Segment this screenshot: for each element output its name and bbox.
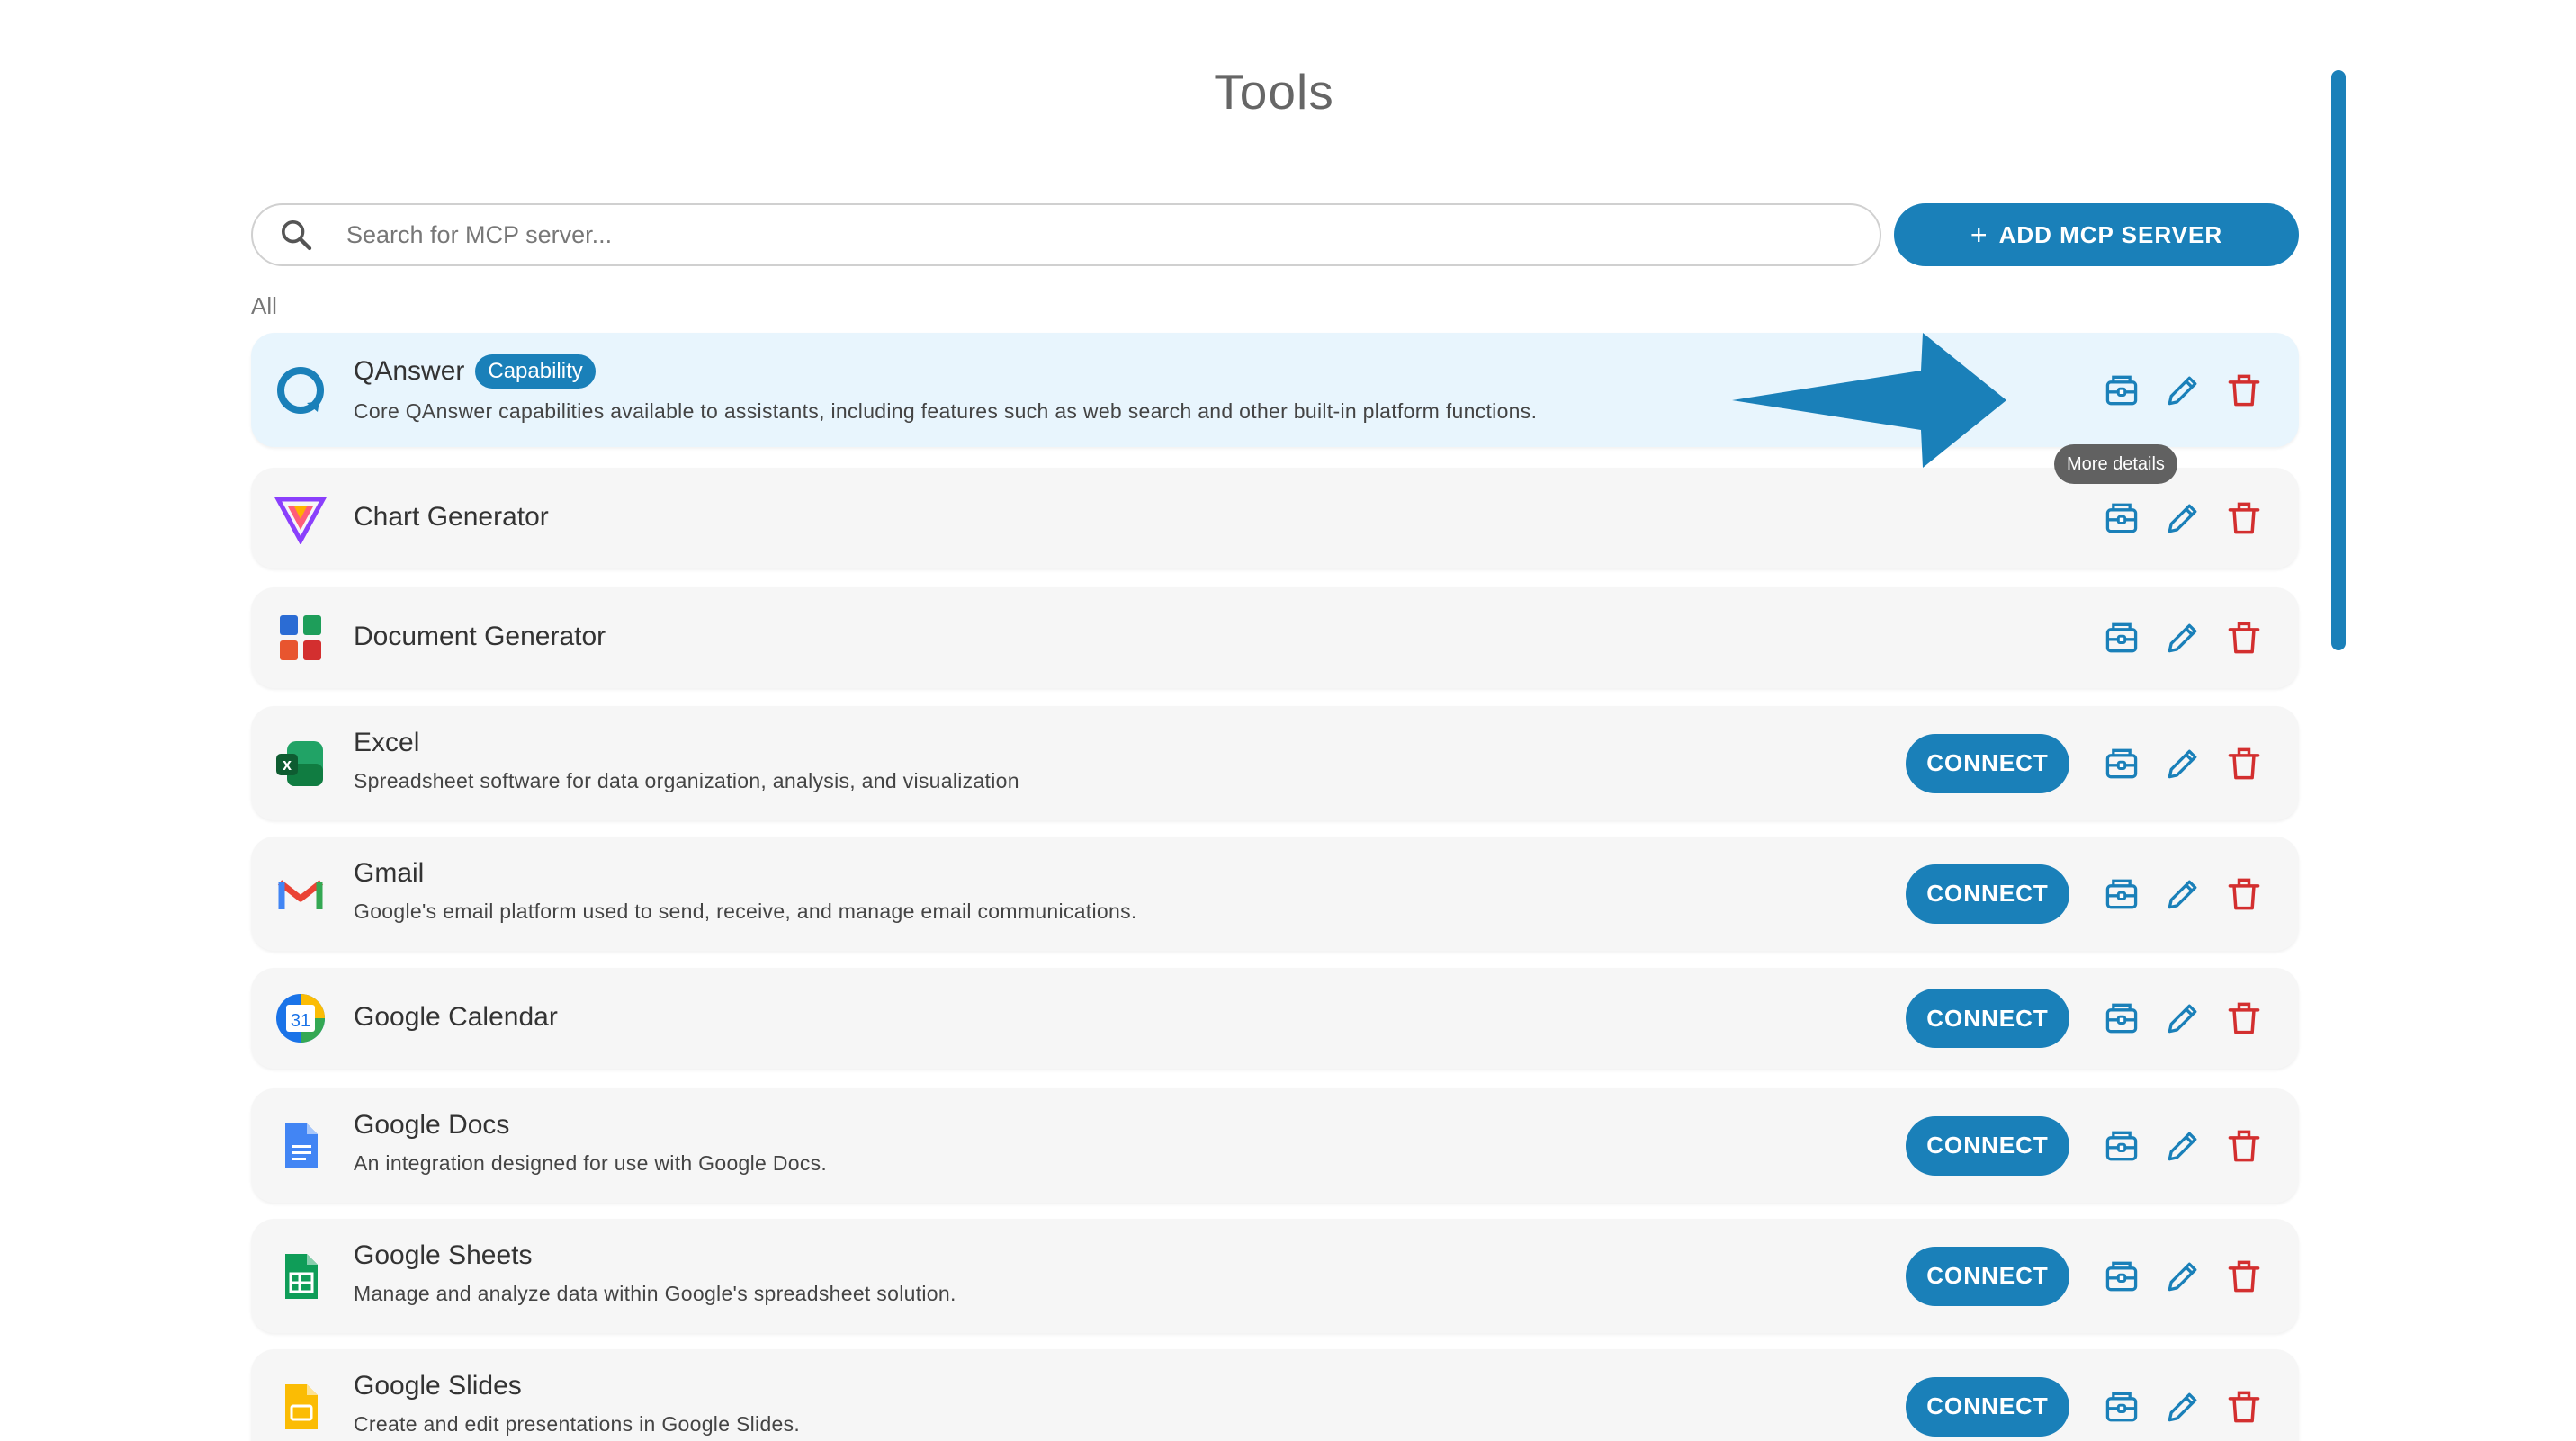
svg-text:31: 31 [291, 1011, 310, 1031]
tool-description: Core QAnswer capabilities available to a… [354, 398, 1538, 423]
tool-name: Google Slides [354, 1370, 522, 1401]
tool-name: Google Calendar [354, 1002, 558, 1032]
delete-icon[interactable] [2224, 498, 2264, 538]
tool-name: Google Docs [354, 1109, 510, 1140]
tool-text: Chart Generator [354, 502, 549, 533]
chart-generator-logo-icon [274, 492, 328, 546]
tool-name: QAnswer [354, 355, 465, 386]
tool-row[interactable]: x Excel Spreadsheet software for data orga… [251, 706, 2299, 820]
details-icon[interactable] [2102, 874, 2141, 914]
delete-icon[interactable] [2224, 618, 2264, 658]
edit-icon[interactable] [2163, 1257, 2203, 1296]
tool-name: Chart Generator [354, 502, 549, 532]
edit-icon[interactable] [2163, 498, 2203, 538]
tool-text: Google Calendar [354, 1002, 558, 1033]
connect-button-gmail[interactable]: CONNECT [1906, 864, 2069, 924]
connect-button-google-slides[interactable]: CONNECT [1906, 1376, 2069, 1437]
search-input[interactable] [346, 220, 1831, 249]
scrollbar-thumb[interactable] [2331, 70, 2346, 650]
connect-button-google-sheets[interactable]: CONNECT [1906, 1246, 2069, 1306]
delete-icon[interactable] [2224, 744, 2264, 783]
delete-icon[interactable] [2224, 874, 2264, 914]
add-mcp-server-button[interactable]: + ADD MCP SERVER [1894, 203, 2299, 266]
details-icon[interactable] [2102, 498, 2141, 538]
edit-icon[interactable] [2163, 874, 2203, 914]
tool-text: Google Slides Create and edit presentatio… [354, 1371, 800, 1437]
details-icon[interactable] [2102, 618, 2141, 658]
delete-icon[interactable] [2224, 1126, 2264, 1166]
details-icon[interactable] [2102, 371, 2141, 410]
tool-row[interactable]: Chart Generator [251, 468, 2299, 568]
edit-icon[interactable] [2163, 618, 2203, 658]
svg-text:x: x [283, 756, 292, 774]
tool-row[interactable]: Google Slides Create and edit presentatio… [251, 1349, 2299, 1441]
tool-text: Google Docs An integration designed for u… [354, 1110, 827, 1176]
tool-row[interactable]: Google Docs An integration designed for u… [251, 1088, 2299, 1203]
edit-icon[interactable] [2163, 998, 2203, 1038]
edit-icon[interactable] [2163, 1126, 2203, 1166]
edit-icon[interactable] [2163, 1387, 2203, 1427]
filter-all-label: All [251, 292, 277, 319]
delete-icon[interactable] [2224, 1257, 2264, 1296]
delete-icon[interactable] [2224, 1387, 2264, 1427]
details-icon[interactable] [2102, 1387, 2141, 1427]
tool-name: Document Generator [354, 622, 606, 651]
pointer-arrow-icon [1732, 333, 2006, 468]
google-sheets-logo-icon [274, 1250, 327, 1302]
tool-text: Excel Spreadsheet software for data organ… [354, 728, 1019, 793]
tool-name: Excel [354, 727, 420, 757]
tool-description: Spreadsheet software for data organizati… [354, 768, 1019, 792]
tool-description: Manage and analyze data within Google's … [354, 1281, 956, 1305]
delete-icon[interactable] [2224, 371, 2264, 410]
gmail-logo-icon [274, 868, 327, 920]
tool-name: Gmail [354, 857, 425, 888]
qanswer-logo-icon [274, 364, 327, 416]
details-icon[interactable] [2102, 998, 2141, 1038]
tool-description: An integration designed for use with Goo… [354, 1150, 828, 1175]
tool-name: Google Sheets [354, 1240, 533, 1270]
tool-row[interactable]: 31 Google Calendar CONNECT [251, 968, 2299, 1069]
google-docs-logo-icon [274, 1120, 327, 1172]
connect-button-excel[interactable]: CONNECT [1906, 733, 2069, 793]
add-mcp-server-label: ADD MCP SERVER [1998, 220, 2223, 248]
tool-row[interactable]: Document Generator [251, 587, 2299, 688]
edit-icon[interactable] [2163, 744, 2203, 783]
tool-row[interactable]: Gmail Google's email platform used to sen… [251, 837, 2299, 951]
details-icon[interactable] [2102, 744, 2141, 783]
delete-icon[interactable] [2224, 998, 2264, 1038]
details-icon[interactable] [2102, 1257, 2141, 1296]
search-bar[interactable] [251, 203, 1881, 266]
more-details-tooltip: More details [2054, 444, 2177, 484]
tool-text: Document Generator [354, 622, 606, 652]
tool-row[interactable]: Google Sheets Manage and analyze data wit… [251, 1219, 2299, 1333]
tool-description: Create and edit presentations in Google … [354, 1411, 801, 1436]
connect-button-google-calendar[interactable]: CONNECT [1906, 989, 2069, 1048]
document-generator-logo-icon [274, 612, 327, 664]
google-slides-logo-icon [274, 1381, 327, 1433]
tool-text: Google Sheets Manage and analyze data wit… [354, 1240, 956, 1306]
tool-text: QAnswer Capability Core QAnswer capabiliti… [354, 354, 1537, 424]
search-icon [282, 220, 312, 251]
page-title: Tools [1214, 64, 1334, 120]
google-calendar-logo-icon: 31 [274, 992, 327, 1044]
connect-button-google-docs[interactable]: CONNECT [1906, 1115, 2069, 1176]
edit-icon[interactable] [2163, 371, 2203, 410]
details-icon[interactable] [2102, 1126, 2141, 1166]
plus-icon: + [1970, 219, 1988, 251]
tool-text: Gmail Google's email platform used to sen… [354, 858, 1137, 924]
excel-logo-icon: x [274, 738, 327, 790]
capability-badge: Capability [475, 354, 596, 389]
tool-description: Google's email platform used to send, re… [354, 899, 1137, 923]
